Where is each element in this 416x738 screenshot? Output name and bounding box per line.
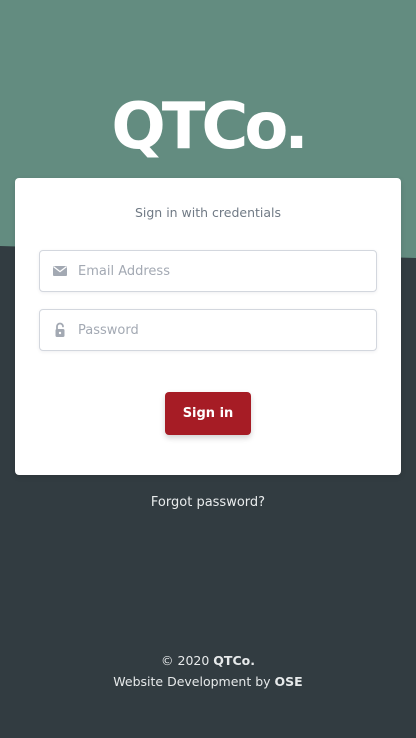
footer-company-link[interactable]: QTCo. — [213, 653, 255, 668]
dev-company-link[interactable]: OSE — [275, 674, 303, 689]
dev-credit-text: Website Development by — [113, 674, 271, 689]
envelope-icon — [53, 266, 67, 276]
footer: © 2020 QTCo. Website Development by OSE — [0, 650, 416, 692]
login-card: Sign in with credentials Sign in — [15, 178, 401, 475]
password-field[interactable] — [39, 309, 377, 351]
email-input[interactable] — [78, 251, 368, 291]
footer-dev-line: Website Development by OSE — [0, 671, 416, 692]
email-field[interactable] — [39, 250, 377, 292]
password-input[interactable] — [78, 310, 368, 350]
forgot-password-link[interactable]: Forgot password? — [0, 495, 416, 510]
brand-logo: QTCo. — [111, 90, 308, 164]
copyright-text: © 2020 — [161, 653, 210, 668]
sign-in-button[interactable]: Sign in — [165, 392, 251, 435]
lock-open-icon — [55, 322, 65, 337]
footer-copyright-line: © 2020 QTCo. — [0, 650, 416, 671]
card-title: Sign in with credentials — [134, 205, 282, 220]
